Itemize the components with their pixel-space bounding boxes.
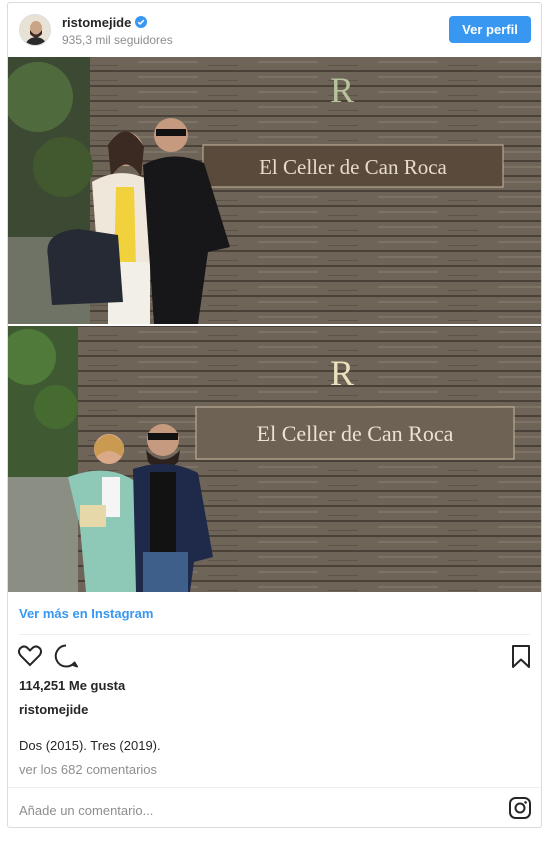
username[interactable]: ristomejide bbox=[62, 15, 148, 30]
heart-icon[interactable] bbox=[17, 643, 43, 669]
logo-letter-bottom: R bbox=[330, 353, 354, 393]
add-comment-input[interactable]: Añade un comentario... bbox=[19, 803, 153, 818]
view-profile-button[interactable]: Ver perfil bbox=[449, 16, 531, 43]
view-more-on-instagram-link[interactable]: Ver más en Instagram bbox=[19, 606, 153, 621]
post-header: ristomejide 935,3 mil seguidores Ver per… bbox=[8, 3, 541, 57]
verified-badge-icon bbox=[135, 16, 148, 28]
divider bbox=[8, 787, 541, 788]
instagram-icon[interactable] bbox=[508, 796, 532, 820]
photo-bottom: R El Celler de Can Roca bbox=[8, 326, 541, 592]
sign-text-top: El Celler de Can Roca bbox=[259, 155, 447, 179]
username-text[interactable]: ristomejide bbox=[62, 15, 131, 30]
like-count[interactable]: 114,251 Me gusta bbox=[19, 678, 125, 693]
comment-icon[interactable] bbox=[53, 643, 79, 669]
logo-letter-top: R bbox=[330, 70, 354, 110]
photo-top: R El Celler de Can Roca bbox=[8, 57, 541, 324]
bookmark-icon[interactable] bbox=[508, 643, 534, 669]
sign-text-bottom: El Celler de Can Roca bbox=[257, 421, 454, 446]
post-photo[interactable]: R El Celler de Can Roca R El Celler de C… bbox=[8, 57, 541, 592]
instagram-embed-card: ristomejide 935,3 mil seguidores Ver per… bbox=[7, 2, 542, 828]
post-caption: Dos (2015). Tres (2019). bbox=[19, 738, 161, 753]
follower-count: 935,3 mil seguidores bbox=[62, 33, 173, 47]
view-comments-link[interactable]: ver los 682 comentarios bbox=[19, 762, 157, 777]
post-author[interactable]: ristomejide bbox=[19, 702, 88, 717]
divider bbox=[19, 634, 530, 635]
avatar[interactable] bbox=[19, 14, 51, 46]
